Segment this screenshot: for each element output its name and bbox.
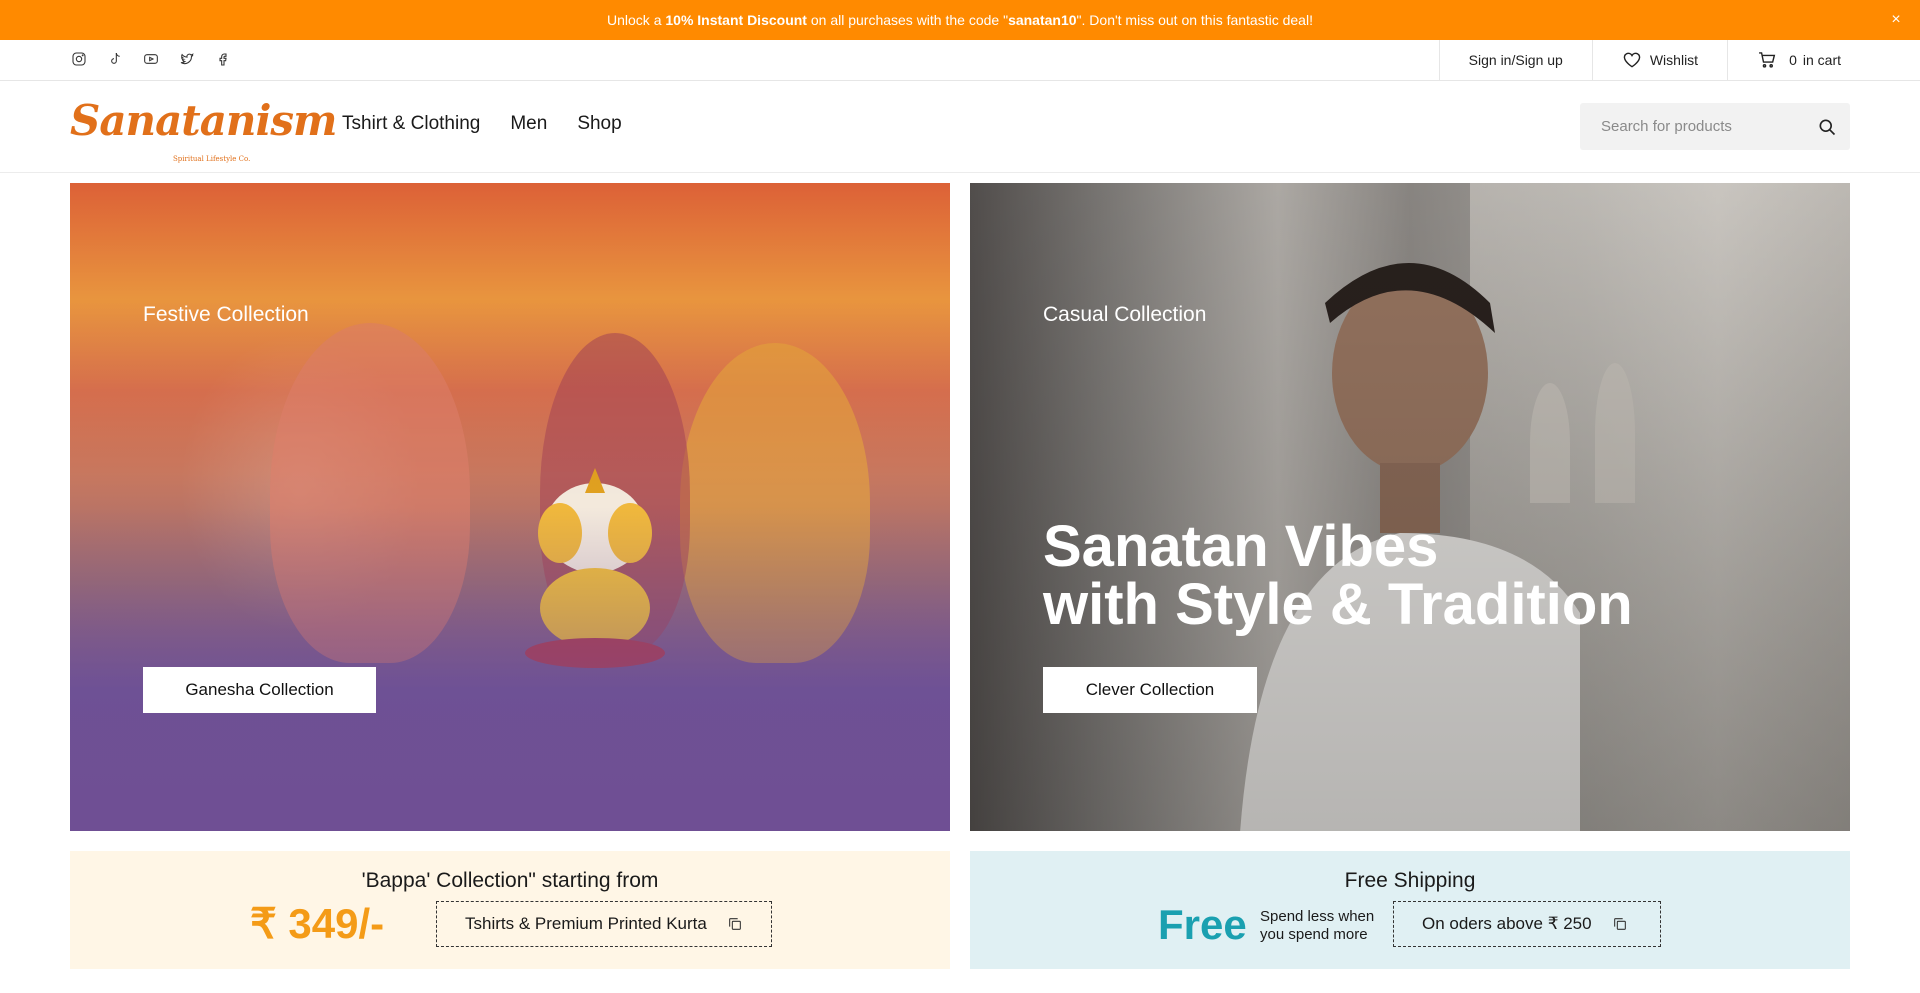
youtube-icon[interactable] xyxy=(142,50,160,68)
copy-icon xyxy=(1613,918,1626,930)
search-input[interactable] xyxy=(1580,103,1804,150)
announcement-text: Unlock a 10% Instant Discount on all pur… xyxy=(607,12,1313,28)
promo-price: ₹ 349/- xyxy=(250,900,385,947)
nav-item-men[interactable]: Men xyxy=(510,113,547,135)
banner-headline: Sanatan Vibes with Style & Tradition xyxy=(1043,518,1633,634)
brand-logo[interactable]: Sanatanism Spiritual Lifestyle Co. xyxy=(70,96,338,164)
promo-title: Free Shipping xyxy=(1344,869,1476,892)
festive-banner[interactable]: Festive Collection Ganesha Collection xyxy=(70,183,950,831)
cart-icon xyxy=(1759,52,1776,68)
promo-spend-text: Spend less when you spend more xyxy=(1260,908,1374,944)
search-box xyxy=(1580,103,1850,150)
banner-overlay xyxy=(970,183,1850,831)
promo-coupon[interactable]: Tshirts & Premium Printed Kurta xyxy=(436,901,772,947)
discount-code: sanatan10 xyxy=(1008,12,1077,28)
utility-bar: Sign in/Sign up Wishlist 0 in cart xyxy=(0,40,1920,81)
shipping-promo: Free Shipping Free Spend less when you s… xyxy=(970,851,1850,969)
wishlist-link[interactable]: Wishlist xyxy=(1591,40,1727,80)
spend-line-2: you spend more xyxy=(1260,926,1368,943)
announcement-middle: on all purchases with the code " xyxy=(806,12,1009,28)
signin-label: Sign in/Sign up xyxy=(1468,52,1563,68)
heart-icon xyxy=(1623,52,1641,68)
main-nav: Tshirt & Clothing Men Shop xyxy=(342,113,622,135)
banner-overlay xyxy=(70,183,950,831)
bappa-promo: 'Bappa' Collection" starting from ₹ 349/… xyxy=(70,851,950,969)
social-links xyxy=(70,50,232,68)
logo-wordmark: Sanatanism xyxy=(70,96,338,145)
announcement-suffix: ". Don't miss out on this fantastic deal… xyxy=(1076,12,1313,28)
announcement-prefix: Unlock a xyxy=(607,12,666,28)
headline-line-2: with Style & Tradition xyxy=(1043,572,1633,637)
cart-count: 0 xyxy=(1789,52,1797,68)
search-icon xyxy=(1819,119,1836,135)
promo-coupon[interactable]: On oders above ₹ 250 xyxy=(1393,901,1661,947)
signin-link[interactable]: Sign in/Sign up xyxy=(1438,40,1592,80)
banner-label: Festive Collection xyxy=(143,303,309,326)
ganesha-collection-button[interactable]: Ganesha Collection xyxy=(143,667,376,713)
nav-item-tshirt-clothing[interactable]: Tshirt & Clothing xyxy=(342,113,480,135)
wishlist-label: Wishlist xyxy=(1649,52,1699,68)
promo-title: 'Bappa' Collection" starting from xyxy=(361,869,659,892)
tiktok-icon[interactable] xyxy=(106,50,124,68)
announcement-bar: Unlock a 10% Instant Discount on all pur… xyxy=(0,0,1920,40)
logo-tagline: Spiritual Lifestyle Co. xyxy=(173,155,251,163)
banner-label: Casual Collection xyxy=(1043,303,1207,326)
spend-line-1: Spend less when xyxy=(1260,908,1375,925)
nav-item-shop[interactable]: Shop xyxy=(577,113,621,135)
casual-banner[interactable]: Casual Collection Sanatan Vibes with Sty… xyxy=(970,183,1850,831)
search-button[interactable] xyxy=(1804,103,1850,150)
discount-highlight: 10% Instant Discount xyxy=(665,12,807,28)
twitter-icon[interactable] xyxy=(178,50,196,68)
promo-free: Free xyxy=(1158,901,1247,948)
instagram-icon[interactable] xyxy=(70,50,88,68)
coupon-text: On oders above ₹ 250 xyxy=(1422,914,1592,933)
cart-label: in cart xyxy=(1802,52,1841,68)
cart-link[interactable]: 0 in cart xyxy=(1727,40,1870,80)
main-header: Sanatanism Spiritual Lifestyle Co. Tshir… xyxy=(0,81,1920,173)
coupon-text: Tshirts & Premium Printed Kurta xyxy=(465,914,707,933)
account-links: Sign in/Sign up Wishlist 0 in cart xyxy=(1438,40,1870,80)
clever-collection-button[interactable]: Clever Collection xyxy=(1043,667,1257,713)
copy-icon xyxy=(728,918,741,930)
close-icon[interactable]: × xyxy=(1886,10,1906,30)
headline-line-1: Sanatan Vibes xyxy=(1043,514,1439,579)
facebook-icon[interactable] xyxy=(214,50,232,68)
